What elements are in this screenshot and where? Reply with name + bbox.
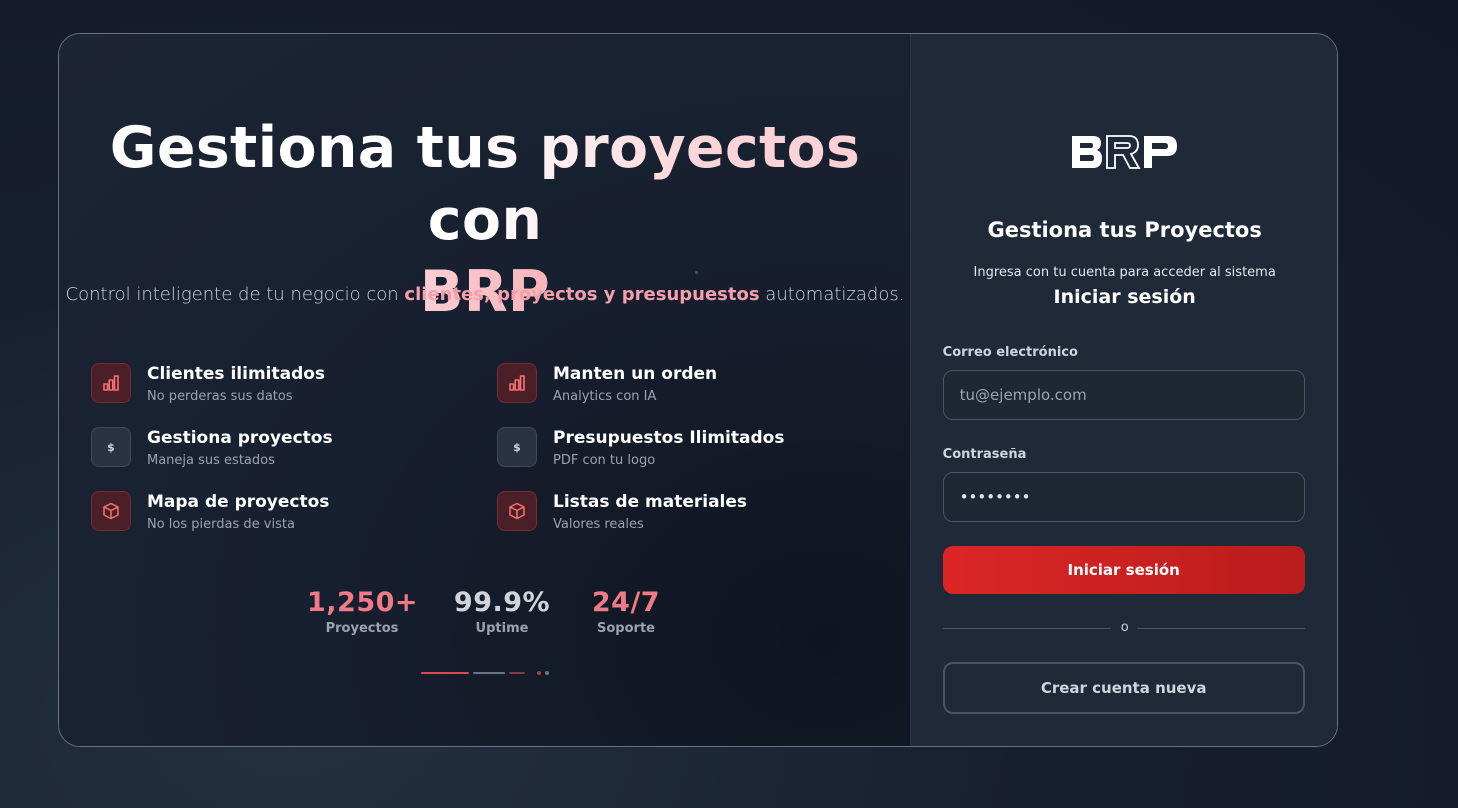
carousel-dot[interactable] <box>545 671 549 675</box>
stat-uptime: 99.9% Uptime <box>449 587 555 636</box>
hero-subtitle-highlight: clientes, proyectos y presupuestos <box>404 284 760 305</box>
stat-label: Proyectos <box>325 621 399 636</box>
feature-title: Clientes ilimitados <box>147 364 326 384</box>
stat-label: Uptime <box>475 621 529 636</box>
hero-subtitle-after: automatizados. <box>759 284 905 305</box>
bar-chart-icon <box>497 363 537 403</box>
feature-item: Manten un orden Analytics con IA <box>497 363 717 404</box>
bar-chart-icon <box>91 363 131 403</box>
hero-subtitle: Control inteligente de tu negocio con cl… <box>59 284 911 305</box>
hero-title-text: Gestiona tus proyectos con <box>109 115 861 253</box>
dollar-icon: $ <box>497 427 537 467</box>
login-title: Gestiona tus Proyectos <box>987 218 1262 242</box>
feature-subtitle: PDF con tu logo <box>553 453 656 468</box>
feature-title: Listas de materiales <box>553 492 748 512</box>
stat-support: 24/7 Soporte <box>581 587 671 636</box>
main-card: Gestiona tus proyectos con BRP Control i… <box>58 33 1338 747</box>
stat-label: Soporte <box>597 621 655 636</box>
stat-value: 24/7 <box>591 587 661 618</box>
feature-subtitle: No los pierdas de vista <box>147 517 295 532</box>
feature-item: $ Gestiona proyectos Maneja sus estados <box>91 427 333 468</box>
feature-item: Mapa de proyectos No los pierdas de vist… <box>91 491 329 532</box>
feature-subtitle: Analytics con IA <box>553 389 657 404</box>
login-button[interactable]: Iniciar sesión <box>942 546 1305 594</box>
password-label: Contraseña <box>942 447 1027 462</box>
login-heading: Iniciar sesión <box>1053 286 1196 308</box>
feature-title: Mapa de proyectos <box>147 492 330 512</box>
box-icon <box>91 491 131 531</box>
decorative-dot <box>695 271 698 274</box>
login-panel: Gestiona tus Proyectos Ingresa con tu cu… <box>909 34 1337 746</box>
create-account-button[interactable]: Crear cuenta nueva <box>942 662 1305 714</box>
feature-subtitle: Valores reales <box>553 517 644 532</box>
hero-panel: Gestiona tus proyectos con BRP Control i… <box>59 34 910 746</box>
carousel-indicator[interactable] <box>509 672 525 674</box>
divider-line <box>1136 628 1305 629</box>
stat-projects: 1,250+ Proyectos <box>307 587 419 636</box>
dollar-glyph: $ <box>513 440 521 454</box>
feature-subtitle: No perderas sus datos <box>147 389 293 404</box>
box-icon <box>497 491 537 531</box>
hero-subtitle-before: Control inteligente de tu negocio con <box>65 284 405 305</box>
dollar-icon: $ <box>91 427 131 467</box>
dollar-glyph: $ <box>107 440 115 454</box>
brp-logo <box>1071 135 1177 169</box>
login-subtitle: Ingresa con tu cuenta para acceder al si… <box>973 265 1276 280</box>
carousel-indicator[interactable] <box>473 672 505 674</box>
feature-item: $ Presupuestos Ilimitados PDF con tu log… <box>497 427 784 468</box>
feature-subtitle: Maneja sus estados <box>147 453 275 468</box>
stat-value: 1,250+ <box>307 587 419 618</box>
feature-title: Gestiona proyectos <box>147 428 333 448</box>
feature-title: Presupuestos Ilimitados <box>553 428 785 448</box>
email-field[interactable] <box>942 370 1305 420</box>
password-field[interactable] <box>942 472 1305 522</box>
email-label: Correo electrónico <box>942 345 1078 360</box>
carousel-dot[interactable] <box>537 671 541 675</box>
feature-title: Manten un orden <box>553 364 718 384</box>
stat-value: 99.9% <box>453 587 551 618</box>
feature-item: Clientes ilimitados No perderas sus dato… <box>91 363 325 404</box>
feature-item: Listas de materiales Valores reales <box>497 491 747 532</box>
carousel-indicator-active[interactable] <box>421 672 469 674</box>
